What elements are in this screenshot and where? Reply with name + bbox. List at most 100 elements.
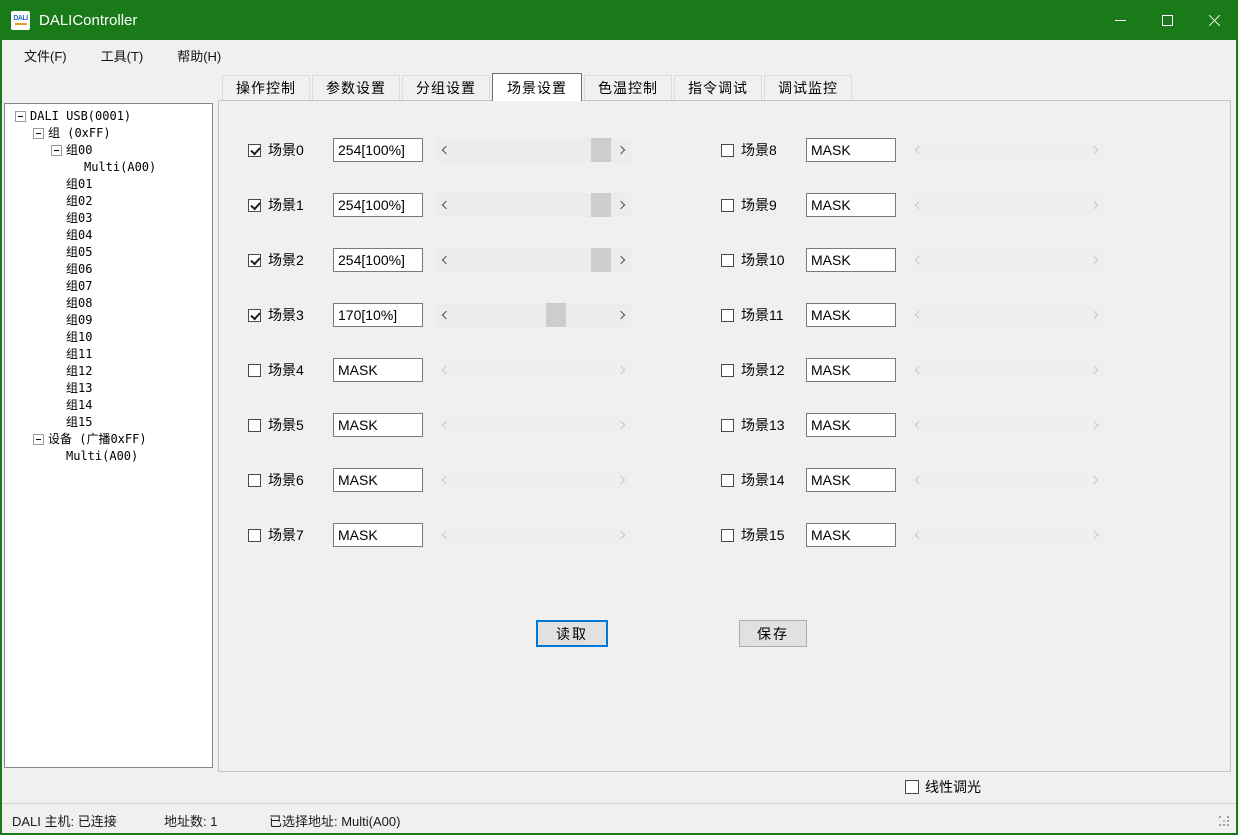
scroll-left-arrow-icon[interactable] (436, 413, 453, 437)
scene-scrollbar[interactable] (909, 413, 1104, 437)
scroll-right-arrow-icon[interactable] (1087, 358, 1104, 382)
tab-2[interactable]: 参数设置 (312, 75, 400, 100)
tree-item[interactable]: Multi(A00) (5, 159, 212, 176)
tab-3[interactable]: 分组设置 (402, 75, 490, 100)
scroll-left-arrow-icon[interactable] (909, 303, 926, 327)
tree-item[interactable]: 设备 (广播0xFF) (5, 431, 212, 448)
scroll-left-arrow-icon[interactable] (436, 138, 453, 162)
tree-item[interactable]: 组11 (5, 346, 212, 363)
scroll-left-arrow-icon[interactable] (436, 523, 453, 547)
scene-value-input[interactable] (806, 138, 896, 162)
scroll-left-arrow-icon[interactable] (436, 468, 453, 492)
scene-value-input[interactable] (333, 523, 423, 547)
tree-item[interactable]: 组 (0xFF) (5, 125, 212, 142)
scene-checkbox[interactable] (721, 144, 734, 157)
scene-checkbox[interactable] (248, 529, 261, 542)
scroll-left-arrow-icon[interactable] (436, 303, 453, 327)
scroll-right-arrow-icon[interactable] (614, 193, 631, 217)
minimize-button[interactable] (1097, 0, 1144, 40)
scroll-right-arrow-icon[interactable] (1087, 303, 1104, 327)
scroll-thumb[interactable] (546, 303, 566, 327)
scene-scrollbar[interactable] (909, 303, 1104, 327)
scroll-right-arrow-icon[interactable] (614, 468, 631, 492)
tab-1[interactable]: 操作控制 (222, 75, 310, 100)
scene-checkbox[interactable] (248, 144, 261, 157)
scene-value-input[interactable] (806, 303, 896, 327)
tree-item[interactable]: 组02 (5, 193, 212, 210)
maximize-button[interactable] (1144, 0, 1191, 40)
scene-checkbox[interactable] (721, 199, 734, 212)
tree-item[interactable]: 组15 (5, 414, 212, 431)
scroll-right-arrow-icon[interactable] (614, 358, 631, 382)
tree-collapse-icon[interactable] (15, 111, 26, 122)
scene-value-input[interactable] (806, 248, 896, 272)
scene-value-input[interactable] (806, 468, 896, 492)
tree-item[interactable]: 组00 (5, 142, 212, 159)
scene-checkbox[interactable] (248, 419, 261, 432)
tab-5[interactable]: 色温控制 (584, 75, 672, 100)
scene-value-input[interactable] (333, 248, 423, 272)
scroll-left-arrow-icon[interactable] (909, 248, 926, 272)
scene-value-input[interactable] (333, 138, 423, 162)
scene-scrollbar[interactable] (909, 358, 1104, 382)
scene-value-input[interactable] (333, 468, 423, 492)
scroll-right-arrow-icon[interactable] (1087, 523, 1104, 547)
scene-scrollbar[interactable] (436, 358, 631, 382)
scene-scrollbar[interactable] (436, 523, 631, 547)
tree-collapse-icon[interactable] (33, 434, 44, 445)
scroll-thumb[interactable] (591, 193, 611, 217)
close-button[interactable] (1191, 0, 1238, 40)
scene-checkbox[interactable] (721, 254, 734, 267)
scene-scrollbar[interactable] (436, 193, 631, 217)
scene-scrollbar[interactable] (909, 468, 1104, 492)
tree-item[interactable]: 组10 (5, 329, 212, 346)
scene-checkbox[interactable] (721, 364, 734, 377)
tree-item[interactable]: 组05 (5, 244, 212, 261)
scroll-right-arrow-icon[interactable] (614, 523, 631, 547)
tree-item[interactable]: 组04 (5, 227, 212, 244)
resize-grip-icon[interactable] (1219, 816, 1230, 827)
menu-file[interactable]: 文件(F) (12, 42, 79, 69)
scroll-right-arrow-icon[interactable] (614, 138, 631, 162)
scene-checkbox[interactable] (248, 364, 261, 377)
scroll-left-arrow-icon[interactable] (909, 138, 926, 162)
scroll-right-arrow-icon[interactable] (1087, 468, 1104, 492)
menu-tools[interactable]: 工具(T) (89, 42, 156, 69)
scroll-left-arrow-icon[interactable] (436, 193, 453, 217)
scroll-thumb[interactable] (591, 248, 611, 272)
tree-collapse-icon[interactable] (51, 145, 62, 156)
scene-checkbox[interactable] (721, 474, 734, 487)
tree-item[interactable]: 组06 (5, 261, 212, 278)
scene-checkbox[interactable] (248, 199, 261, 212)
scene-scrollbar[interactable] (436, 303, 631, 327)
scene-value-input[interactable] (333, 193, 423, 217)
scene-scrollbar[interactable] (436, 413, 631, 437)
scene-scrollbar[interactable] (909, 523, 1104, 547)
tree-item[interactable]: Multi(A00) (5, 448, 212, 465)
scroll-right-arrow-icon[interactable] (614, 248, 631, 272)
tree-item[interactable]: 组13 (5, 380, 212, 397)
scroll-thumb[interactable] (591, 138, 611, 162)
tree-item[interactable]: 组09 (5, 312, 212, 329)
menu-help[interactable]: 帮助(H) (165, 42, 233, 69)
read-button[interactable]: 读取 (536, 620, 608, 647)
scene-checkbox[interactable] (721, 309, 734, 322)
tree-item[interactable]: 组14 (5, 397, 212, 414)
scene-scrollbar[interactable] (436, 468, 631, 492)
scene-checkbox[interactable] (721, 529, 734, 542)
scene-value-input[interactable] (333, 413, 423, 437)
tab-6[interactable]: 指令调试 (674, 75, 762, 100)
scene-value-input[interactable] (806, 358, 896, 382)
scroll-left-arrow-icon[interactable] (909, 413, 926, 437)
scroll-right-arrow-icon[interactable] (614, 413, 631, 437)
scene-checkbox[interactable] (721, 419, 734, 432)
tree-item[interactable]: 组12 (5, 363, 212, 380)
scroll-left-arrow-icon[interactable] (909, 193, 926, 217)
tab-4[interactable]: 场景设置 (492, 73, 582, 101)
scene-value-input[interactable] (806, 523, 896, 547)
scene-checkbox[interactable] (248, 474, 261, 487)
scene-value-input[interactable] (333, 358, 423, 382)
scroll-left-arrow-icon[interactable] (436, 248, 453, 272)
linear-dimming-checkbox[interactable] (905, 780, 919, 794)
tree-item[interactable]: 组03 (5, 210, 212, 227)
